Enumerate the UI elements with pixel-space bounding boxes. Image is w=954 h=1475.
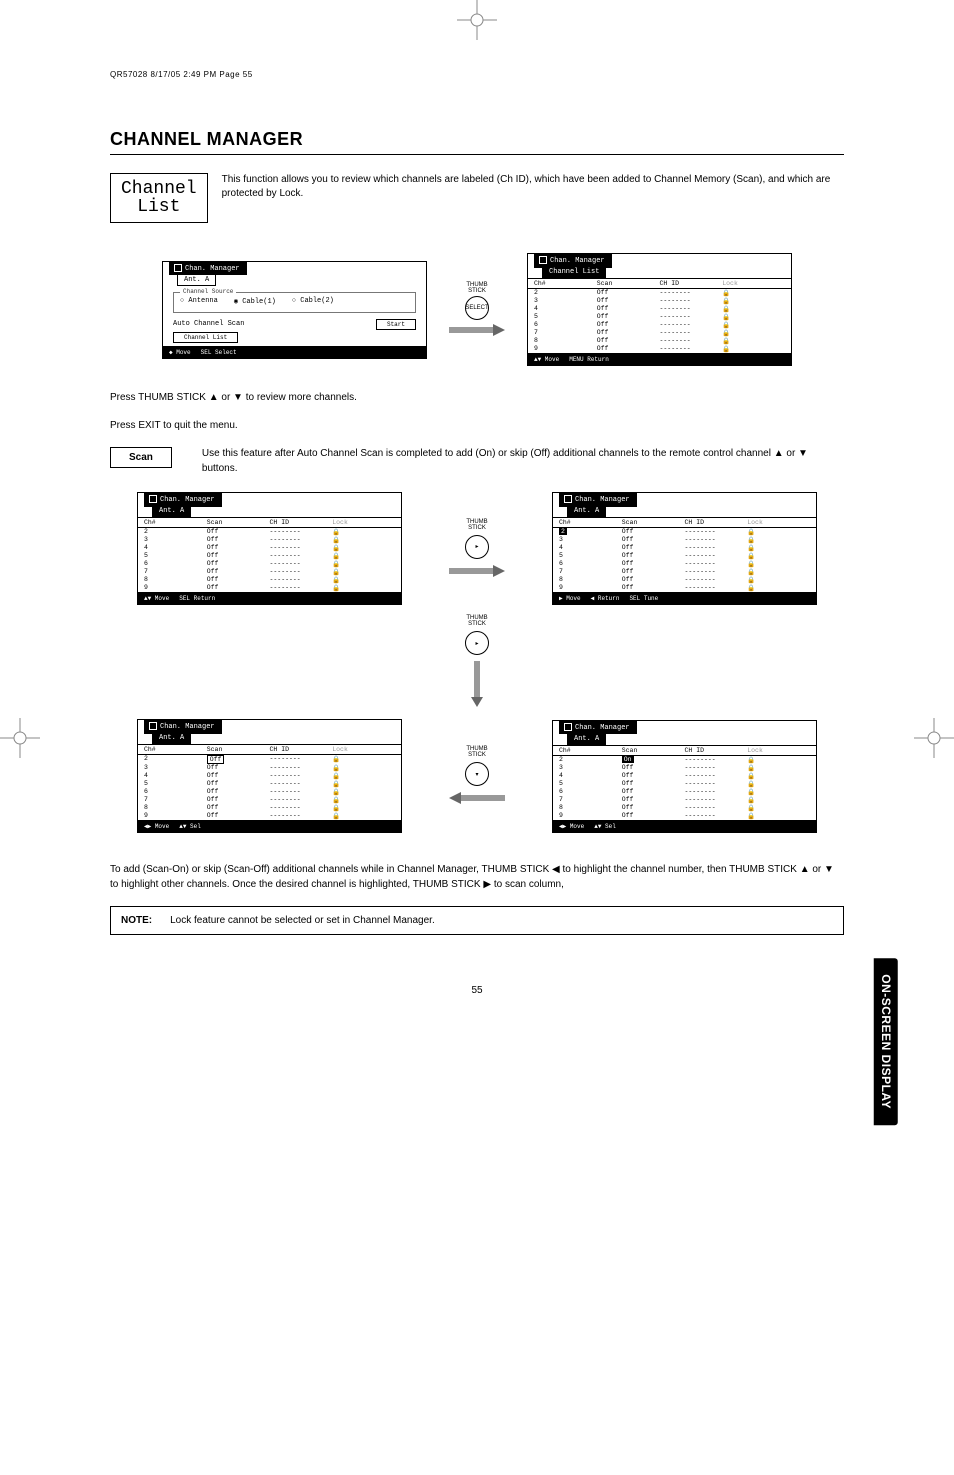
channel-list-button[interactable]: Channel List <box>173 332 238 343</box>
osd-subtab: Ant. A <box>177 274 216 286</box>
channel-list-chip: Channel List <box>110 173 208 223</box>
table-row[interactable]: 5Off--------🔒 <box>553 552 816 560</box>
table-row[interactable]: 3Off--------🔒 <box>528 297 791 305</box>
page-number: 55 <box>110 985 844 996</box>
table-row[interactable]: 7Off--------🔒 <box>138 568 401 576</box>
press-line1: Press THUMB STICK ▲ or ▼ to review more … <box>110 391 844 405</box>
table-row[interactable]: 3Off--------🔒 <box>138 764 401 772</box>
table-row[interactable]: 9Off--------🔒 <box>138 812 401 820</box>
table-row[interactable]: 7Off--------🔒 <box>553 796 816 804</box>
thumb-stick-label: THUMB STICK <box>466 282 487 294</box>
scan-chip: Scan <box>110 447 172 468</box>
press-line2: Press EXIT to quit the menu. <box>110 419 844 433</box>
osd-channel-list: Chan. Manager Channel List Ch# Scan CH I… <box>527 253 792 366</box>
thumb-stick-arrow: THUMB STICK SELECT <box>447 282 507 338</box>
osd-scan-b: Chan. Manager Ant. A Ch# Scan CH ID Lock… <box>552 492 817 605</box>
section-title: CHANNEL MANAGER <box>110 129 844 155</box>
table-row[interactable]: 4Off--------🔒 <box>528 305 791 313</box>
footer-return2: MENU Return <box>569 356 609 363</box>
note-label: NOTE: <box>121 915 152 926</box>
channel-source-label: Channel Source <box>180 288 236 295</box>
osd-scan-a: Chan. Manager Ant. A Ch# Scan CH ID Lock… <box>137 492 402 605</box>
footer-select: SEL Select <box>201 349 237 356</box>
thumb-down-knob[interactable]: ▸ <box>465 631 489 655</box>
radio-antenna[interactable]: Antenna <box>180 297 218 306</box>
table-row[interactable]: 6Off--------🔒 <box>553 560 816 568</box>
osd2-subtab: Channel List <box>542 266 606 278</box>
note-box: NOTE: Lock feature cannot be selected or… <box>110 906 844 935</box>
osda-sub: Ant. A <box>152 505 191 517</box>
scan-text: Use this feature after Auto Channel Scan… <box>202 447 844 476</box>
table-row[interactable]: 2Off--------🔒 <box>138 755 401 764</box>
table-row[interactable]: 8Off--------🔒 <box>138 576 401 584</box>
table-row[interactable]: 7Off--------🔒 <box>553 568 816 576</box>
table-row[interactable]: 4Off--------🔒 <box>138 772 401 780</box>
table-row[interactable]: 8Off--------🔒 <box>138 804 401 812</box>
arrow-right-icon <box>447 563 507 579</box>
table-row[interactable]: 5Off--------🔒 <box>553 780 816 788</box>
table-row[interactable]: 5Off--------🔒 <box>528 313 791 321</box>
col-chid: CH ID <box>660 280 723 287</box>
arrow-col-2: THUMB STICK ▾ <box>447 746 507 806</box>
print-header: QR57028 8/17/05 2:49 PM Page 55 <box>110 70 844 79</box>
osd-scan-c: Chan. Manager Ant. A Ch# Scan CH ID Lock… <box>137 719 402 833</box>
table-row[interactable]: 4Off--------🔒 <box>138 544 401 552</box>
table-row[interactable]: 8Off--------🔒 <box>553 804 816 812</box>
table-row[interactable]: 6Off--------🔒 <box>553 788 816 796</box>
table-row[interactable]: 3Off--------🔒 <box>553 536 816 544</box>
table-row[interactable]: 2Off--------🔒 <box>138 528 401 536</box>
footer-move2: ▲▼ Move <box>534 356 559 363</box>
side-tab: ON-SCREEN DISPLAY <box>874 958 898 1125</box>
chip-line1: Channel <box>121 180 197 198</box>
table-row[interactable]: 3Off--------🔒 <box>138 536 401 544</box>
table-row[interactable]: 9Off--------🔒 <box>553 812 816 820</box>
table-row[interactable]: 4Off--------🔒 <box>553 544 816 552</box>
table-row[interactable]: 8Off--------🔒 <box>553 576 816 584</box>
table-row[interactable]: 2Off--------🔒 <box>528 289 791 297</box>
table-row[interactable]: 9Off--------🔒 <box>138 584 401 592</box>
table-row[interactable]: 5Off--------🔒 <box>138 780 401 788</box>
table-row[interactable]: 7Off--------🔒 <box>138 796 401 804</box>
arrow-left-icon <box>447 790 507 806</box>
col-scan: Scan <box>597 280 660 287</box>
table-row[interactable]: 8Off--------🔒 <box>528 337 791 345</box>
table-row[interactable]: 2Off--------🔒 <box>553 528 816 536</box>
thumb-right-knob[interactable]: ▸ <box>465 535 489 559</box>
table-row[interactable]: 9Off--------🔒 <box>553 584 816 592</box>
arrow-right-icon <box>447 322 507 338</box>
table-row[interactable]: 2On--------🔒 <box>553 756 816 764</box>
table-row[interactable]: 5Off--------🔒 <box>138 552 401 560</box>
table-row[interactable]: 6Off--------🔒 <box>138 560 401 568</box>
col-lock: Lock <box>722 280 785 287</box>
intro-text: This function allows you to review which… <box>222 173 844 201</box>
table-row[interactable]: 6Off--------🔒 <box>138 788 401 796</box>
col-ch: Ch# <box>534 280 597 287</box>
arrow-down-col: THUMB STICK ▸ <box>465 615 489 709</box>
radio-cable1[interactable]: Cable(1) <box>234 297 276 306</box>
osd-scan-d: Chan. Manager Ant. A Ch# Scan CH ID Lock… <box>552 720 817 833</box>
arrow-down-icon <box>469 659 485 709</box>
table-row[interactable]: 9Off--------🔒 <box>528 345 791 353</box>
start-button[interactable]: Start <box>376 319 416 330</box>
osd-chan-manager: Chan. Manager Ant. A Channel Source Ante… <box>162 261 427 359</box>
table-row[interactable]: 7Off--------🔒 <box>528 329 791 337</box>
table-row[interactable]: 3Off--------🔒 <box>553 764 816 772</box>
chip-line2: List <box>121 198 197 216</box>
footer-move: ◆ Move <box>169 349 191 356</box>
radio-cable2[interactable]: Cable(2) <box>292 297 334 306</box>
thumb-down-knob2[interactable]: ▾ <box>465 762 489 786</box>
note-text: Lock feature cannot be selected or set i… <box>170 915 435 926</box>
table-row[interactable]: 6Off--------🔒 <box>528 321 791 329</box>
table-row[interactable]: 4Off--------🔒 <box>553 772 816 780</box>
select-knob[interactable]: SELECT <box>465 296 489 320</box>
bottom-paragraph: To add (Scan-On) or skip (Scan-Off) addi… <box>110 863 844 892</box>
auto-channel-scan-label: Auto Channel Scan <box>173 320 244 328</box>
arrow-col-1: THUMB STICK ▸ <box>447 519 507 579</box>
